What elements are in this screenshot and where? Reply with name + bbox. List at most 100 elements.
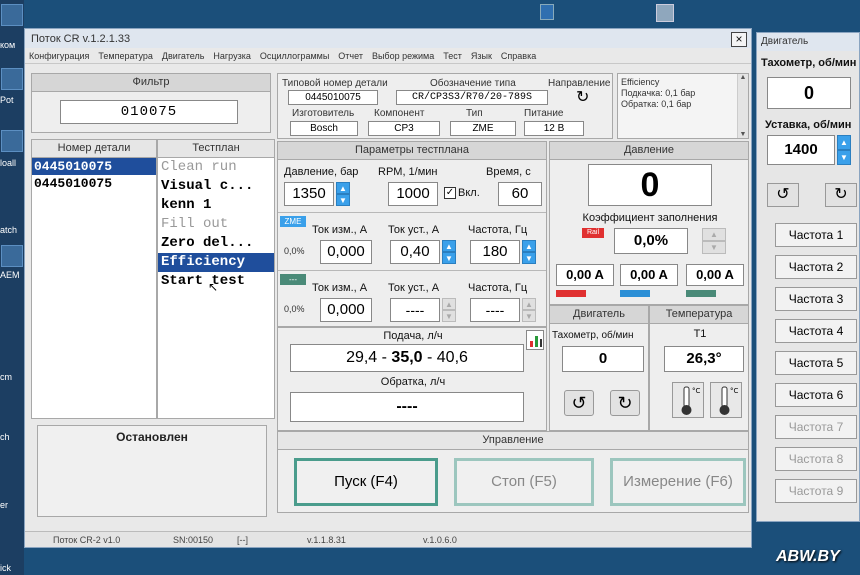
duty-up-button[interactable]: ▲ [702,228,726,241]
menu-item-test[interactable]: Тест [443,51,462,61]
menu-item-engine[interactable]: Двигатель [162,51,204,61]
enable-checkbox[interactable]: ✓ [444,187,456,199]
freq2-up-button[interactable]: ▲ [522,298,536,310]
menu-item-temperature[interactable]: Температура [98,51,153,61]
engine-window-ccw-button[interactable]: ↺ [767,183,799,207]
menu-item-oscillograms[interactable]: Осциллограммы [260,51,329,61]
freq-input[interactable]: 180 [470,240,520,264]
freq-button-3[interactable]: Частота 3 [775,287,857,311]
pressure-down-button[interactable]: ▼ [336,194,350,206]
control-title: Управление [278,432,748,450]
set-current-down-button[interactable]: ▼ [442,252,456,264]
filter-input[interactable]: 010075 [60,100,238,124]
freq-button-2[interactable]: Частота 2 [775,255,857,279]
params-panel: Параметры тестплана Давление, бар RPM, 1… [277,141,547,327]
set-current2-input[interactable]: ---- [390,298,440,322]
main-window: Поток CR v.1.2.1.33 × Конфигурация Темпе… [24,28,752,548]
part-list-item[interactable]: 0445010075 [32,175,156,193]
desktop-icon[interactable] [656,4,674,22]
duty-down-button[interactable]: ▼ [702,241,726,254]
menu-item-config[interactable]: Конфигурация [29,51,89,61]
menu-item-load[interactable]: Нагрузка [213,51,250,61]
start-button[interactable]: Пуск (F4) [294,458,438,506]
set-current2-up-button[interactable]: ▲ [442,298,456,310]
freq-button-4[interactable]: Частота 4 [775,319,857,343]
desktop-icon[interactable] [540,4,554,20]
statusbar-version: Поток CR-2 v1.0 [53,535,121,545]
thermometer-button-2[interactable]: °C [710,382,742,418]
type-designation-label: Обозначение типа [430,78,516,89]
info-scrollbar[interactable]: ▲ ▼ [737,74,748,138]
part-list-item[interactable]: 0445010075 [32,158,156,175]
menu-item-mode[interactable]: Выбор режима [372,51,434,61]
setpoint-down-button[interactable]: ▼ [837,150,851,165]
freq-button-1[interactable]: Частота 1 [775,223,857,247]
desktop-label: loall [0,158,17,168]
pressure-up-button[interactable]: ▲ [336,182,350,194]
stop-button[interactable]: Стоп (F5) [454,458,594,506]
freq-button-6[interactable]: Частота 6 [775,383,857,407]
current-color-teal [686,290,716,297]
desktop-icon[interactable] [1,245,23,267]
test-plan-item[interactable]: Clean run [158,158,274,177]
info-line: Обратка: 0,1 бар [621,99,692,109]
scroll-up-icon[interactable]: ▲ [738,74,748,81]
freq-button-7[interactable]: Частота 7 [775,415,857,439]
setpoint-up-button[interactable]: ▲ [837,135,851,150]
kind-label: Тип [466,108,483,119]
freq-up-button[interactable]: ▲ [522,240,536,252]
engine-window: Двигатель Тахометр, об/мин 0 Уставка, об… [756,32,860,522]
scroll-down-icon[interactable]: ▼ [738,131,748,138]
desktop-label: ick [0,563,11,573]
chart-icon[interactable] [526,330,544,350]
engine-tacho-value: 0 [562,346,644,372]
freq-button-9[interactable]: Частота 9 [775,479,857,503]
close-button[interactable]: × [731,32,747,47]
direction-clockwise-icon[interactable]: ↻ [576,90,589,106]
rail-tag: Rail [582,228,604,238]
rotate-ccw-button[interactable]: ↺ [564,390,594,416]
part-list-title: Номер детали [32,140,156,158]
set-current-input[interactable]: 0,40 [390,240,440,264]
manufacturer-label: Изготовитель [292,108,355,119]
pressure-label: Давление, бар [284,166,359,178]
test-plan-item[interactable]: Visual c... [158,177,274,196]
freq-down-button[interactable]: ▼ [522,252,536,264]
rotate-cw-button[interactable]: ↻ [610,390,640,416]
menu-item-report[interactable]: Отчет [338,51,363,61]
engine-window-cw-button[interactable]: ↻ [825,183,857,207]
test-plan-item[interactable]: Fill out [158,215,274,234]
set-current2-down-button[interactable]: ▼ [442,310,456,322]
desktop-icon[interactable] [1,68,23,90]
set-current-up-button[interactable]: ▲ [442,240,456,252]
current-value-2: 0,00 A [620,264,678,286]
freq2-down-button[interactable]: ▼ [522,310,536,322]
engine-window-setpoint-input[interactable]: 1400 [767,135,835,165]
title-bar: Поток CR v.1.2.1.33 × [25,29,751,48]
feed-display: 29,4 - 35,0 - 40,6 [290,344,524,372]
desktop-icon[interactable] [1,130,23,152]
time-input[interactable]: 60 [498,182,542,206]
set-current2-label: Ток уст., А [388,282,440,294]
duty-value: 0,0% [614,228,688,254]
test-plan-item[interactable]: kenn 1 [158,196,274,215]
return-display: ---- [290,392,524,422]
row2-tag: --- [280,274,306,285]
freq-button-5[interactable]: Частота 5 [775,351,857,375]
info-line: Подкачка: 0,1 бар [621,88,696,98]
test-plan-item-selected[interactable]: Efficiency [158,253,274,272]
status-bar: Поток CR-2 v1.0 SN:00150 [--] v.1.1.8.31… [25,531,751,547]
menu-item-language[interactable]: Язык [471,51,492,61]
desktop-label: ch [0,432,10,442]
pressure-input[interactable]: 1350 [284,182,334,206]
test-plan-item[interactable]: Zero del... [158,234,274,253]
desktop-icon[interactable] [1,4,23,26]
freq2-input[interactable]: ---- [470,298,520,322]
menu-item-help[interactable]: Справка [501,51,536,61]
rpm-input[interactable]: 1000 [388,182,438,206]
manufacturer-value: Bosch [290,121,358,136]
measure-button[interactable]: Измерение (F6) [610,458,746,506]
info-box: Efficiency Подкачка: 0,1 бар Обратка: 0,… [617,73,749,139]
thermometer-button-1[interactable]: °C [672,382,704,418]
freq-button-8[interactable]: Частота 8 [775,447,857,471]
